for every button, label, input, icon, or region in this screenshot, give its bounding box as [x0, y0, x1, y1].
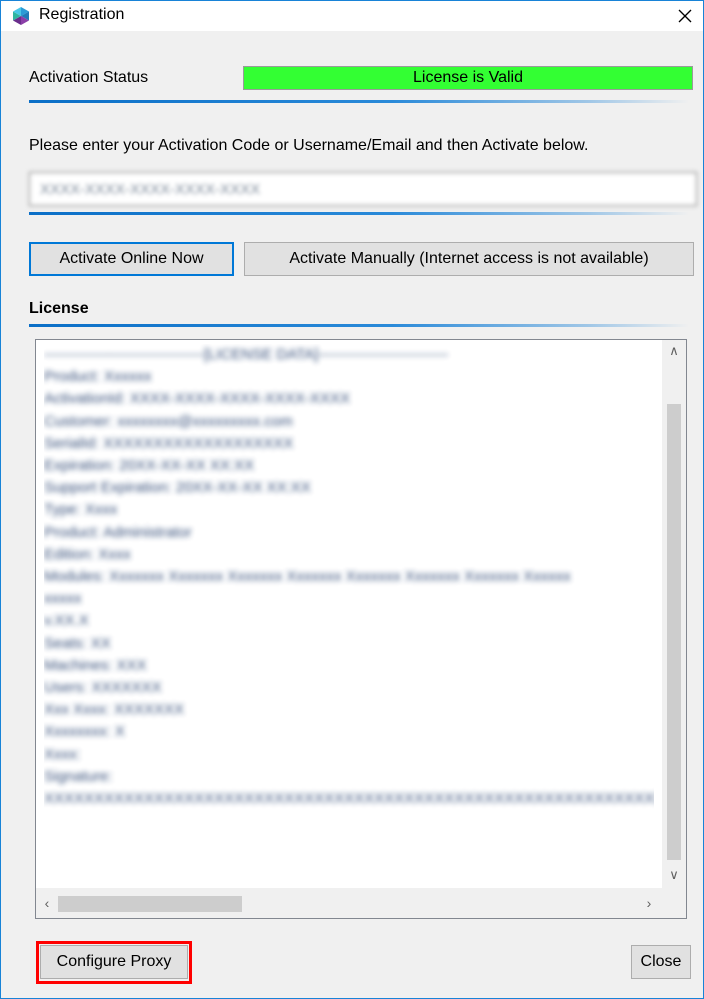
license-line: Machines: XXX — [44, 656, 147, 674]
license-line: --------------------------------[LICENSE… — [44, 346, 449, 363]
license-line: Xxxx: — [44, 745, 81, 763]
status-divider — [29, 100, 689, 103]
activation-status-value: License is Valid — [243, 66, 693, 90]
license-divider — [29, 324, 689, 327]
input-divider — [29, 212, 689, 215]
window-title: Registration — [39, 6, 125, 23]
license-line: XXXXXXXXXXXXXXXXXXXXXXXXXXXXXXXXXXXXXXXX… — [44, 790, 654, 808]
vertical-scrollbar[interactable]: ∧ ∨ — [662, 340, 686, 888]
close-window-button[interactable] — [667, 1, 703, 31]
license-line: Expiration: 20XX-XX-XX XX:XX — [44, 457, 255, 475]
activation-code-input[interactable] — [29, 172, 697, 206]
license-line: Support Expiration: 20XX-XX-XX XX:XX — [44, 479, 311, 497]
license-line: Product: Administrator — [44, 523, 192, 541]
license-section-title: License — [29, 300, 89, 317]
license-line: Xxxxxxxx: X — [44, 723, 125, 741]
license-line: Modules: Xxxxxxx Xxxxxxx Xxxxxxx Xxxxxxx… — [44, 568, 571, 586]
activate-manually-button[interactable]: Activate Manually (Internet access is no… — [244, 242, 694, 276]
license-line: SerialId: XXXXXXXXXXXXXXXXXXX — [44, 434, 294, 452]
horizontal-scrollbar[interactable]: ‹ › — [36, 888, 686, 918]
horizontal-scroll-thumb[interactable] — [58, 896, 242, 912]
vertical-scroll-thumb[interactable] — [667, 404, 681, 860]
license-line: Signature: — [44, 767, 113, 785]
activate-online-button[interactable]: Activate Online Now — [29, 242, 234, 276]
license-line: Seats: XX — [44, 634, 111, 652]
title-bar[interactable]: Registration — [1, 1, 703, 31]
dialog-content: Activation Status License is Valid Pleas… — [1, 31, 703, 998]
license-line: Customer: xxxxxxxx@xxxxxxxxx.com — [44, 412, 293, 430]
registration-dialog: Registration Activation Status License i… — [0, 0, 704, 999]
scroll-down-icon[interactable]: ∨ — [662, 864, 686, 886]
scroll-up-icon[interactable]: ∧ — [662, 340, 686, 362]
scroll-right-icon[interactable]: › — [638, 888, 660, 918]
license-line: Type: Xxxx — [44, 501, 118, 519]
license-line: Users: XXXXXXX — [44, 679, 162, 697]
scrollbar-corner — [662, 888, 686, 918]
activation-status-label: Activation Status — [29, 69, 149, 86]
scroll-left-icon[interactable]: ‹ — [36, 888, 58, 918]
license-text-area[interactable]: --------------------------------[LICENSE… — [35, 339, 687, 919]
license-line: Xxx Xxxx: XXXXXXX — [44, 701, 185, 719]
license-line: Edition: Xxxx — [44, 545, 131, 563]
configure-proxy-button[interactable]: Configure Proxy — [40, 945, 188, 979]
license-line: xxxxx — [44, 590, 82, 608]
close-button[interactable]: Close — [631, 945, 691, 979]
license-text: --------------------------------[LICENSE… — [44, 344, 654, 884]
app-logo-icon — [13, 7, 29, 25]
license-line: v.XX.X — [44, 612, 89, 630]
license-line: Product: Xxxxxx — [44, 368, 152, 386]
close-icon — [678, 9, 692, 23]
activation-prompt: Please enter your Activation Code or Use… — [29, 137, 589, 154]
license-line: ActivationId: XXXX-XXXX-XXXX-XXXX-XXXX — [44, 390, 350, 408]
